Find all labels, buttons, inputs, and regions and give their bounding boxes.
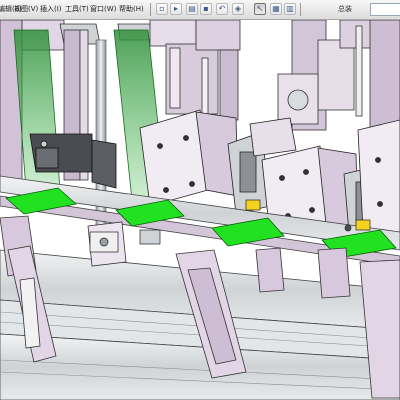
new-icon[interactable]: ▫: [156, 3, 168, 15]
cad-application-window: 编辑(E) 视图(V) 插入(I) 工具(T) 窗口(W) 帮助(H) ▫ ▸ …: [0, 0, 400, 400]
print-icon[interactable]: ▤: [186, 3, 198, 15]
search-input[interactable]: [370, 3, 400, 16]
toolbar-separator: [150, 3, 151, 16]
select-icon[interactable]: ↖: [254, 3, 266, 15]
document-title: 总装: [338, 5, 352, 13]
toolbar-separator: [300, 3, 301, 16]
undo-icon[interactable]: ↶: [216, 3, 228, 15]
save-icon[interactable]: ▪: [200, 3, 212, 15]
rebuild-icon[interactable]: ◈: [232, 3, 244, 15]
model-viewport[interactable]: [0, 20, 400, 400]
assembly-model: [0, 20, 400, 400]
options-icon[interactable]: ▦: [270, 3, 282, 15]
grid-icon[interactable]: ▥: [284, 3, 296, 15]
menu-bar: 编辑(E) 视图(V) 插入(I) 工具(T) 窗口(W) 帮助(H) ▫ ▸ …: [0, 0, 400, 20]
menu-view[interactable]: 视图(V): [12, 2, 40, 16]
menu-insert[interactable]: 插入(I): [38, 2, 64, 16]
menu-window[interactable]: 窗口(W): [88, 2, 118, 16]
menu-tools[interactable]: 工具(T): [63, 2, 91, 16]
menu-help[interactable]: 帮助(H): [117, 2, 146, 16]
open-icon[interactable]: ▸: [170, 3, 182, 15]
